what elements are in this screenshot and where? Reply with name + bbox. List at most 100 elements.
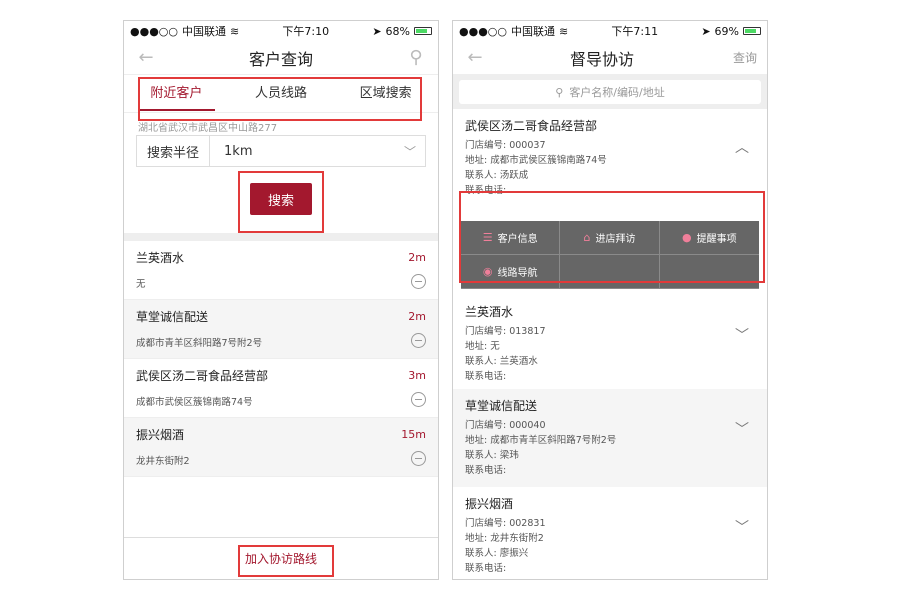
wifi-icon: ≋ (559, 24, 569, 38)
customer-distance: 3m (408, 369, 426, 382)
customer-distance: 2m (408, 310, 426, 323)
contact-phone: 联系电话: (465, 563, 507, 574)
search-icon: ⚲ (555, 85, 564, 99)
location-status-icon: ➤ (701, 24, 711, 38)
contact-person: 联系人: 汤跃成 (465, 170, 529, 181)
search-button[interactable]: 搜索 (250, 183, 312, 215)
page-title: 督导协访 (569, 49, 634, 69)
nav-bar: ← 督导协访 查询 (453, 41, 767, 75)
location-status-icon: ➤ (372, 24, 382, 38)
store-address: 地址: 龙井东街附2 (465, 533, 544, 544)
store-code: 门店编号: 002831 (465, 518, 546, 529)
contact-phone: 联系电话: (465, 465, 507, 476)
remove-icon[interactable] (411, 333, 426, 348)
nav-bar: ← 客户查询 ⚲ (124, 41, 438, 75)
signal-indicator: ●●●○○ (130, 24, 178, 38)
list-icon: ☰ (482, 231, 493, 244)
customer-address: 无 (136, 279, 146, 290)
store-address: 地址: 无 (465, 341, 500, 352)
chevron-down-icon[interactable]: ﹀ (735, 419, 749, 439)
search-input[interactable]: ⚲ 客户名称/编码/地址 (459, 80, 761, 104)
tab-staff-routes[interactable]: 人员线路 (229, 75, 334, 113)
customer-list-item[interactable]: 草堂诚信配送 门店编号: 000040 地址: 成都市青羊区斜阳路7号附2号 联… (453, 389, 767, 487)
customer-distance: 15m (401, 428, 426, 441)
route-navigation-button[interactable]: ◉ 线路导航 (461, 255, 561, 289)
remove-icon[interactable] (411, 392, 426, 407)
customer-name: 草堂诚信配送 (136, 310, 209, 324)
customer-row[interactable]: 兰英酒水 2m 无 (124, 241, 438, 300)
customer-name: 草堂诚信配送 (465, 399, 538, 413)
carrier-label: 中国联通 (511, 25, 555, 38)
expanded-customer[interactable]: 武侯区汤二哥食品经营部 门店编号: 000037 地址: 成都市武侯区簇锦南路7… (453, 109, 767, 221)
query-button[interactable]: 查询 (717, 49, 757, 66)
reminders-button[interactable]: ● 提醒事项 (659, 221, 759, 255)
signal-indicator: ●●●○○ (459, 24, 507, 38)
remove-icon[interactable] (411, 274, 426, 289)
customer-row[interactable]: 草堂诚信配送 2m 成都市青羊区斜阳路7号附2号 (124, 300, 438, 359)
chevron-up-icon[interactable]: ︿ (735, 137, 749, 157)
chevron-down-icon[interactable]: ﹀ (735, 325, 749, 345)
tab-bar: 附近客户 人员线路 区域搜索 (124, 75, 438, 113)
address-line: 湖北省武汉市武昌区中山路277 (138, 123, 278, 134)
customer-name: 武侯区汤二哥食品经营部 (465, 119, 598, 133)
contact-person: 联系人: 廖振兴 (465, 548, 529, 559)
customer-address: 龙井东街附2 (136, 456, 190, 467)
tab-nearby-customers[interactable]: 附近客户 (124, 75, 229, 113)
customer-name: 兰英酒水 (465, 305, 514, 319)
search-bar-container: ⚲ 客户名称/编码/地址 (453, 75, 767, 109)
store-code: 门店编号: 000037 (465, 140, 546, 151)
store-code: 门店编号: 000040 (465, 420, 546, 431)
battery-percent: 68% (385, 24, 410, 38)
customer-name: 兰英酒水 (136, 251, 185, 265)
section-divider (124, 233, 438, 241)
back-arrow-icon[interactable]: ← (463, 47, 487, 68)
bottom-bar: 加入协访路线 (124, 537, 438, 579)
battery-icon (743, 27, 761, 35)
status-bar: ●●●○○ 中国联通 ≋ 下午7:11 ➤ 69% (453, 21, 767, 41)
status-bar: ●●●○○ 中国联通 ≋ 下午7:10 ➤ 68% (124, 21, 438, 41)
chevron-down-icon[interactable]: ﹀ (735, 517, 749, 537)
store-code: 门店编号: 013817 (465, 326, 546, 337)
radius-label: 搜索半径 (137, 136, 211, 166)
location-pin-icon[interactable]: ⚲ (404, 47, 428, 68)
customer-address: 成都市武侯区簇锦南路74号 (136, 397, 253, 408)
battery-icon (414, 27, 432, 35)
contact-phone: 联系电话: (465, 371, 507, 382)
customer-list-item[interactable]: 兰英酒水 门店编号: 013817 地址: 无 联系人: 兰英酒水 联系电话: … (453, 295, 767, 389)
customer-row[interactable]: 武侯区汤二哥食品经营部 3m 成都市武侯区簇锦南路74号 (124, 359, 438, 418)
store-icon: ⌂ (583, 231, 591, 244)
search-placeholder: 客户名称/编码/地址 (569, 86, 665, 99)
customer-info-button[interactable]: ☰ 客户信息 (461, 221, 561, 255)
radius-value: 1km (224, 143, 253, 159)
contact-person: 联系人: 兰英酒水 (465, 356, 538, 367)
customer-name: 振兴烟酒 (465, 497, 514, 511)
customer-row[interactable]: 振兴烟酒 15m 龙井东街附2 (124, 418, 438, 477)
customer-list-item[interactable]: 振兴烟酒 门店编号: 002831 地址: 龙井东街附2 联系人: 廖振兴 联系… (453, 487, 767, 579)
customer-address: 成都市青羊区斜阳路7号附2号 (136, 338, 263, 349)
supervision-visit-screen: ●●●○○ 中国联通 ≋ 下午7:11 ➤ 69% ← 督导协访 查询 ⚲ 客户… (452, 20, 768, 580)
add-to-route-button[interactable]: 加入协访路线 (245, 550, 317, 567)
action-grid: ☰ 客户信息 ⌂ 进店拜访 ● 提醒事项 ◉ 线路导航 (461, 221, 759, 289)
carrier-label: 中国联通 (182, 25, 226, 38)
empty-cell (560, 255, 660, 289)
customer-distance: 2m (408, 251, 426, 264)
clock: 下午7:11 (611, 25, 659, 38)
back-arrow-icon[interactable]: ← (134, 47, 158, 68)
customer-name: 武侯区汤二哥食品经营部 (136, 369, 269, 383)
customer-name: 振兴烟酒 (136, 428, 185, 442)
radius-selector[interactable]: 搜索半径 1km ﹀ (136, 135, 426, 167)
store-address: 地址: 成都市青羊区斜阳路7号附2号 (465, 435, 617, 446)
contact-phone: 联系电话: (465, 185, 507, 196)
clock: 下午7:10 (282, 25, 330, 38)
tab-area-search[interactable]: 区域搜索 (333, 75, 438, 113)
compass-icon: ◉ (482, 265, 493, 278)
empty-cell (659, 255, 759, 289)
battery-percent: 69% (714, 24, 739, 38)
remove-icon[interactable] (411, 451, 426, 466)
wifi-icon: ≋ (230, 24, 240, 38)
customer-query-screen: ●●●○○ 中国联通 ≋ 下午7:10 ➤ 68% ← 客户查询 ⚲ 附近客户 … (123, 20, 439, 580)
store-visit-button[interactable]: ⌂ 进店拜访 (560, 221, 660, 255)
page-title: 客户查询 (248, 49, 313, 69)
chevron-down-icon: ﹀ (403, 144, 416, 159)
contact-person: 联系人: 梁玮 (465, 450, 519, 461)
